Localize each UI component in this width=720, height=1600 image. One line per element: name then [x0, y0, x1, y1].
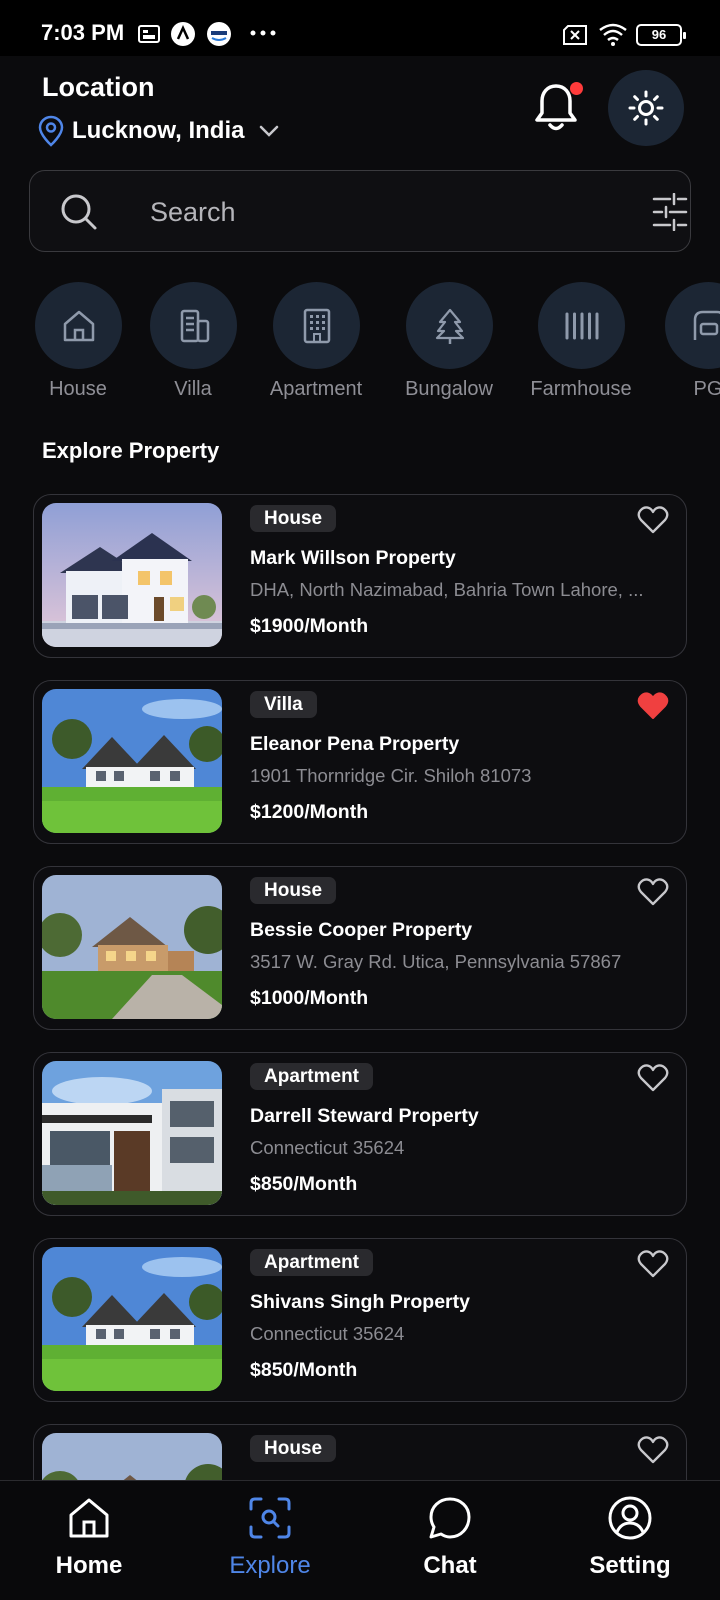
property-price: $850/Month — [250, 1173, 358, 1195]
property-photo[interactable] — [42, 1247, 222, 1391]
pg-icon — [693, 310, 720, 340]
favorite-heart-icon[interactable] — [637, 1063, 669, 1093]
property-address: Connecticut 35624 — [250, 1323, 405, 1344]
nav-explore[interactable]: Explore — [200, 1495, 340, 1580]
nav-setting[interactable]: Setting — [560, 1495, 700, 1580]
property-type-tag: House — [250, 1435, 337, 1462]
category-label: Bungalow — [405, 378, 493, 400]
nav-label: Explore — [229, 1552, 311, 1579]
property-title: Darrell Steward Property — [250, 1105, 479, 1127]
category-bungalow-button[interactable] — [406, 282, 493, 369]
favorite-heart-icon[interactable] — [637, 1249, 669, 1279]
property-price: $850/Month — [250, 1359, 358, 1381]
category-label: Villa — [174, 378, 212, 400]
property-address: Connecticut 35624 — [250, 1137, 405, 1158]
favorite-heart-icon[interactable] — [637, 877, 669, 907]
category-label: Apartment — [269, 378, 363, 400]
category-label: PG — [693, 378, 720, 400]
nav-chat[interactable]: Chat — [380, 1495, 520, 1580]
property-type-tag: House — [250, 505, 337, 532]
property-address: DHA, North Nazimabad, Bahria Town Lahore… — [250, 579, 644, 600]
category-house-button[interactable] — [35, 282, 122, 369]
tree-icon — [435, 308, 464, 344]
section-title: Explore Property — [42, 438, 220, 463]
property-photo[interactable] — [42, 689, 222, 833]
property-photo[interactable] — [42, 875, 222, 1019]
category-farmhouse-button[interactable] — [538, 282, 625, 369]
property-price: $1200/Month — [250, 801, 369, 823]
property-title: Eleanor Pena Property — [250, 733, 460, 755]
property-photo[interactable] — [42, 503, 222, 647]
apartment-icon — [303, 308, 330, 343]
property-address: 3517 W. Gray Rd. Utica, Pennsylvania 578… — [250, 951, 622, 972]
property-title: Shivans Singh Property — [250, 1291, 470, 1313]
search-icon — [61, 194, 97, 230]
nav-label: Home — [55, 1552, 123, 1579]
status-bar: 7:03 PM 96 — [0, 0, 720, 56]
property-type-tag: Villa — [250, 691, 317, 718]
wifi-icon — [599, 23, 627, 46]
property-card[interactable]: Apartment Shivans Singh Property Connect… — [33, 1238, 687, 1402]
favorite-heart-icon[interactable] — [637, 505, 669, 535]
nav-label: Chat — [423, 1552, 477, 1579]
fence-icon — [565, 312, 598, 339]
property-price: $1900/Month — [250, 615, 369, 637]
explore-scan-icon — [249, 1497, 291, 1539]
chevron-down-icon — [260, 125, 279, 137]
category-pg-button[interactable] — [665, 282, 720, 369]
property-photo[interactable] — [42, 1061, 222, 1205]
location-value: Lucknow, India — [72, 117, 245, 144]
user-icon — [608, 1496, 652, 1540]
more-notifications-icon — [250, 30, 276, 36]
chat-icon — [429, 1497, 471, 1539]
search-bar[interactable]: Search — [29, 170, 691, 252]
category-scroller[interactable]: House Villa Apartment Bungalow Farmhouse… — [0, 282, 720, 412]
notification-badge — [570, 82, 583, 95]
property-type-tag: Apartment — [250, 1249, 374, 1276]
property-card[interactable]: Apartment Darrell Steward Property Conne… — [33, 1052, 687, 1216]
category-apartment-button[interactable] — [273, 282, 360, 369]
property-type-tag: Apartment — [250, 1063, 374, 1090]
category-label: Farmhouse — [530, 378, 632, 400]
category-villa-button[interactable] — [150, 282, 237, 369]
nav-home[interactable]: Home — [19, 1495, 159, 1580]
sun-icon — [628, 90, 664, 126]
home-icon — [69, 1498, 109, 1538]
property-card[interactable]: Villa Eleanor Pena Property 1901 Thornri… — [33, 680, 687, 844]
theme-toggle-button[interactable] — [608, 70, 684, 146]
property-address: 1901 Thornridge Cir. Shiloh 81073 — [250, 765, 532, 786]
property-title: Bessie Cooper Property — [250, 919, 473, 941]
gallery-notification-icon — [138, 25, 160, 43]
property-price: $1000/Month — [250, 987, 369, 1009]
app-notification-icon — [171, 22, 195, 46]
house-icon — [63, 310, 94, 341]
search-input[interactable]: Search — [150, 197, 236, 228]
bottom-navigation: Home Explore Chat Setting — [0, 1480, 720, 1600]
property-card[interactable]: House Bessie Cooper Property 3517 W. Gra… — [33, 866, 687, 1030]
filter-sliders-icon[interactable] — [652, 193, 688, 231]
favorite-heart-filled-icon[interactable] — [637, 691, 669, 721]
villa-icon — [180, 309, 209, 342]
nav-label: Setting — [589, 1552, 671, 1579]
property-type-tag: House — [250, 877, 337, 904]
property-title: Mark Willson Property — [250, 547, 456, 569]
favorite-heart-icon[interactable] — [637, 1435, 669, 1465]
location-pin-icon — [38, 115, 64, 147]
location-title: Location — [42, 72, 155, 102]
news-notification-icon — [207, 22, 231, 46]
status-time: 7:03 PM — [41, 20, 125, 45]
no-sim-icon — [563, 25, 587, 45]
location-selector[interactable]: Lucknow, India — [38, 114, 280, 148]
battery-indicator: 96 — [636, 24, 686, 46]
property-card[interactable]: House Mark Willson Property DHA, North N… — [33, 494, 687, 658]
